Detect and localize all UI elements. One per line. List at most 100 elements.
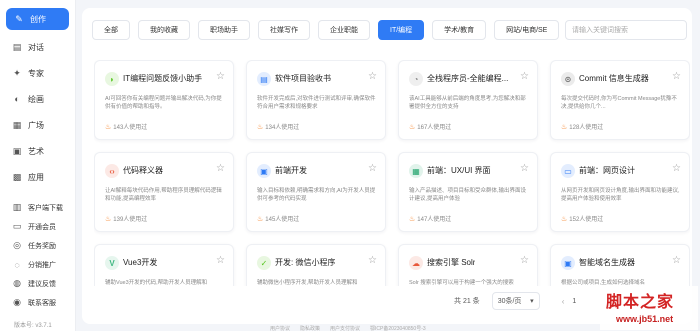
card-usage: ♨ 143人使用过 (105, 122, 148, 132)
page-number[interactable]: 1 (572, 298, 576, 305)
card-description: 该AI工具能够从前后端的角度思考,为您解决和部署提供全方位的支持 (409, 96, 526, 110)
star-icon[interactable]: ☆ (520, 255, 529, 266)
footer-link[interactable]: 用户支付协议 (330, 325, 360, 331)
star-icon[interactable]: ☆ (368, 71, 377, 82)
card-description: 软件开发完成后,对软件进行测试和评审,确保软件符合用户需求和规格要求 (257, 96, 376, 110)
usage-count: 128人使用过 (569, 125, 604, 131)
prompt-card[interactable]: ◔ 全栈程序员-全能编程... ☆ 该AI工具能够从前后端的角度思考,为您解决和部署提… (398, 60, 538, 140)
sidebar-item-7[interactable]: ▩ 应用 (0, 164, 75, 190)
star-icon[interactable]: ☆ (216, 255, 225, 266)
commit-icon: ⊙ (561, 72, 575, 86)
domain-icon: ▣ (561, 256, 575, 270)
footer-link[interactable]: 鄂ICP备2023040850号-3 (370, 325, 426, 331)
prompt-card[interactable]: ▭ 前端：网页设计 ☆ 从网页开发和网页设计角度,输出界面和功能建议,提高用户体验和使… (550, 152, 690, 232)
square-icon: ▦ (12, 119, 22, 130)
card-description: 辅助微信小程序开发,帮助开发人员理解和 (257, 280, 358, 286)
prompt-card[interactable]: ☁ 搜索引擎 Solr ☆ Solr 搜索引擎可以用于构建一个强大的搜索 (398, 244, 538, 286)
prompt-card[interactable]: ✓ 开发: 微信小程序 ☆ 辅助微信小程序开发,帮助开发人员理解和 (246, 244, 386, 286)
sidebar-item-10[interactable]: ◎ 任务奖励 (0, 236, 75, 255)
tab-3[interactable]: 职场助手 (198, 20, 250, 40)
tab-4[interactable]: 社媒写作 (258, 20, 310, 40)
share-icon: ◌ (14, 259, 20, 270)
sidebar-item-6[interactable]: ▣ 艺术 (0, 138, 75, 164)
prompt-card[interactable]: ▤ 软件项目验收书 ☆ 软件开发完成后,对软件进行测试和评审,确保软件符合用户需求和规… (246, 60, 386, 140)
sidebar-item-13[interactable]: ◉ 联系客服 (0, 293, 75, 312)
card-usage: ♨ 128人使用过 (561, 122, 604, 132)
watermark-logo: 脚本之家 (606, 292, 675, 311)
sidebar-item-label: 绘画 (28, 94, 44, 104)
card-usage: ♨ 167人使用过 (409, 122, 451, 132)
tab-1[interactable]: 全部 (92, 20, 130, 40)
usage-count: 145人使用过 (265, 217, 300, 223)
usage-count: 147人使用过 (417, 217, 452, 223)
card-description: 让AI解释每块代码作用,帮助程序员理解代码逻辑和功能,提高编程效率 (105, 188, 222, 202)
code-icon: ‹› (105, 164, 119, 178)
sidebar-item-8[interactable]: ▥ 客户端下载 (0, 198, 75, 217)
chevron-down-icon: ▾ (530, 298, 534, 305)
sidebar-item-label: 开通会员 (28, 223, 56, 231)
sidebar-item-4[interactable]: ◐ 绘画 (0, 86, 75, 112)
page-size-select[interactable]: 30条/页 ▾ (491, 292, 540, 310)
chat-icon: ▤ (12, 41, 22, 52)
footer-link[interactable]: 用户协议 (270, 325, 290, 331)
pagination-total: 共 21 条 (454, 298, 480, 305)
card-title: 前端：网页设计 (579, 166, 635, 175)
star-icon[interactable]: ☆ (520, 71, 529, 82)
prompt-card[interactable]: ▦ 前端：UX/UI 界面 ☆ 输入产品描述、项目目标和受众群体,输出界面设计建议,提… (398, 152, 538, 232)
service-icon: ◉ (13, 297, 21, 307)
sidebar-item-2[interactable]: ▤ 对话 (0, 34, 75, 60)
usage-count: 143人使用过 (113, 125, 148, 131)
sidebar-item-3[interactable]: ✦ 专家 (0, 60, 75, 86)
apps-icon: ▩ (12, 171, 22, 182)
main-panel: 全部我的收藏职场助手社媒写作企业职能 IT/编程学术/教育网站/电商/SE ◗ IT… (82, 8, 692, 324)
sidebar-item-9[interactable]: ▭ 开通会员 (0, 217, 75, 236)
star-icon[interactable]: ☆ (672, 255, 681, 266)
prev-page-button[interactable]: ‹ (562, 297, 565, 306)
tab-8[interactable]: 网站/电商/SE (494, 20, 560, 40)
prompt-card[interactable]: ◗ IT编程问题反馈小助手 ☆ AI可回答你有关编程问题并输出解决代码,为你提供有价值… (94, 60, 234, 140)
prompt-card[interactable]: ‹› 代码释义器 ☆ 让AI解释每块代码作用,帮助程序员理解代码逻辑和功能,提高编程效… (94, 152, 234, 232)
star-icon[interactable]: ☆ (216, 71, 225, 82)
card-description: 输入产品描述、项目目标和受众群体,输出界面设计建议,提高用户体验 (409, 188, 527, 202)
card-title: 智能域名生成器 (579, 258, 635, 267)
prompt-card[interactable]: ▣ 智能域名生成器 ☆ 根据公司或项目,生成如何选择域名 (550, 244, 690, 286)
tab-2[interactable]: 我的收藏 (138, 20, 190, 40)
watermark-url: www.jb51.net (616, 314, 674, 324)
card-title: 开发: 微信小程序 (275, 258, 336, 267)
card-title: 搜索引擎 Solr (427, 258, 476, 267)
sidebar-item-5[interactable]: ▦ 广场 (0, 112, 75, 138)
star-icon[interactable]: ☆ (368, 255, 377, 266)
download-icon: ▥ (12, 202, 22, 212)
star-icon[interactable]: ☆ (520, 163, 529, 174)
sidebar-item-label: 联系客服 (28, 299, 56, 307)
sidebar-item-label: 客户端下载 (28, 204, 63, 212)
star-icon[interactable]: ☆ (672, 71, 681, 82)
card-usage: ♨ 152人使用过 (561, 214, 603, 224)
star-icon[interactable]: ☆ (672, 163, 681, 174)
footer-link[interactable]: 隐私政策 (300, 325, 320, 331)
usage-count: 134人使用过 (265, 125, 300, 131)
tab-7[interactable]: 学术/教育 (432, 20, 487, 40)
card-description: 根据公司或项目,生成如何选择域名 (561, 280, 646, 286)
card-grid: ◗ IT编程问题反馈小助手 ☆ AI可回答你有关编程问题并输出解决代码,为你提供有价值… (94, 60, 690, 286)
card-title: 软件项目验收书 (275, 74, 331, 83)
tab-6[interactable]: IT/编程 (378, 20, 425, 40)
prompt-card[interactable]: ▣ 前端开发 ☆ 输入目标和依赖,明确需求和方向,AI为开发人员提供可参考的代码实现 ♨… (246, 152, 386, 232)
tab-5[interactable]: 企业职能 (318, 20, 370, 40)
sidebar-item-label: 建议反馈 (28, 280, 56, 288)
prompt-card[interactable]: V Vue3开发 ☆ 辅助Vue3开发的代码,帮助开发人员理解和 (94, 244, 234, 286)
sidebar-item-11[interactable]: ◌ 分销推广 (0, 255, 75, 274)
star-icon[interactable]: ☆ (368, 163, 377, 174)
prompt-card[interactable]: ⊙ Commit 信息生成器 ☆ 每次提交代码时,你为写Commit Message犹… (550, 60, 690, 140)
sidebar-item-label: 应用 (28, 172, 44, 182)
sidebar-item-1[interactable]: ✎ 创作 (6, 8, 69, 30)
sidebar-item-label: 专家 (28, 68, 44, 78)
star-icon[interactable]: ☆ (216, 163, 225, 174)
sidebar-item-label: 任务奖励 (28, 242, 56, 250)
card-description: Solr 搜索引擎可以用于构建一个强大的搜索 (409, 280, 514, 286)
card-title: 前端开发 (275, 166, 307, 175)
search-input[interactable] (565, 20, 687, 40)
sidebar-divider (0, 190, 75, 198)
fire-icon: ♨ (409, 123, 416, 131)
sidebar-item-12[interactable]: ◍ 建议反馈 (0, 274, 75, 293)
